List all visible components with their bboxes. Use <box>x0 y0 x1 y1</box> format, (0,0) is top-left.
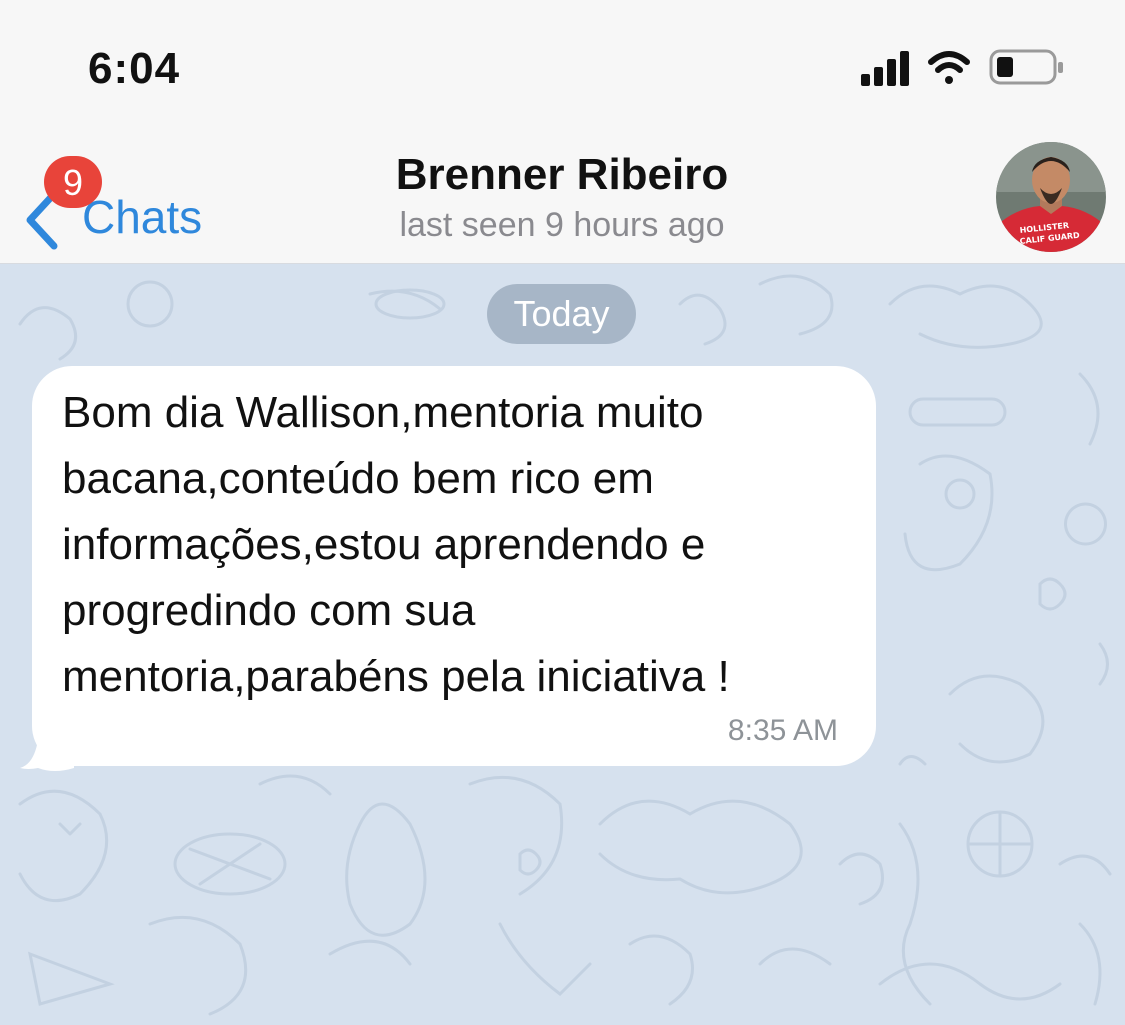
unread-count-badge: 9 <box>44 156 102 208</box>
contact-name[interactable]: Brenner Ribeiro <box>262 150 862 200</box>
message-bubble[interactable]: Bom dia Wallison,mentoria muito bacana,c… <box>32 366 876 766</box>
message-list[interactable]: Today Bom dia Wallison,mentoria muito ba… <box>0 264 1125 1025</box>
contact-photo: HOLLISTER CALIF GUARD <box>996 142 1106 252</box>
status-icons <box>861 48 1081 88</box>
battery-icon <box>989 49 1063 85</box>
last-seen-status: last seen 9 hours ago <box>399 206 725 244</box>
telegram-chat-screen: 6:04 Chats 9 Brenner Ribeiro last seen 9… <box>0 0 1125 1025</box>
wifi-icon <box>928 51 970 84</box>
avatar[interactable]: HOLLISTER CALIF GUARD <box>996 142 1106 252</box>
message-text: Bom dia Wallison,mentoria muito bacana,c… <box>62 388 730 701</box>
status-bar: 6:04 <box>0 0 1125 130</box>
back-label: Chats <box>82 191 203 243</box>
chat-header: Chats 9 Brenner Ribeiro last seen 9 hour… <box>0 130 1125 265</box>
date-separator: Today <box>487 284 636 344</box>
status-time: 6:04 <box>88 44 181 93</box>
message-timestamp: 8:35 AM <box>727 714 838 747</box>
cellular-signal-icon <box>861 51 909 86</box>
back-button[interactable]: Chats 9 <box>18 150 238 250</box>
